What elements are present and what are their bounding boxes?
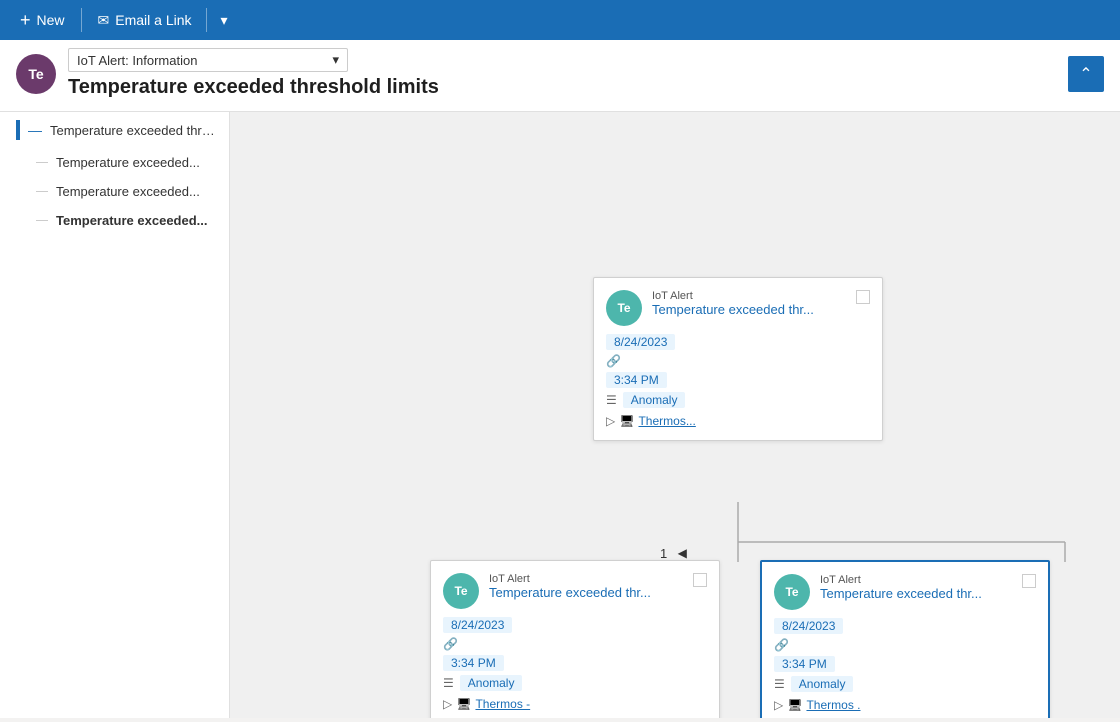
bl-device-icon: 🖥 — [456, 697, 471, 711]
arrow-icon: ▷ — [606, 414, 615, 428]
sidebar-child-label-1: Temperature exceeded... — [56, 184, 200, 199]
sidebar-child-line-1 — [36, 191, 48, 192]
sidebar: — Temperature exceeded thresh... Tempera… — [0, 112, 230, 718]
br-card-category: Anomaly — [791, 676, 854, 692]
collapse-button[interactable]: ⌃ — [1068, 56, 1104, 92]
top-card-type: IoT Alert — [652, 290, 814, 302]
top-card-date: 8/24/2023 — [606, 334, 675, 350]
br-card-date-row: 8/24/2023 — [774, 618, 1036, 634]
sidebar-child-label-2: Temperature exceeded... — [56, 213, 208, 228]
br-card-footer: ▷ 🖥 Thermos . — [774, 698, 1036, 712]
new-label: New — [37, 12, 65, 28]
top-card-info: IoT Alert Temperature exceeded thr... — [652, 290, 814, 317]
header-content: IoT Alert: Information ▾ Temperature exc… — [68, 48, 1056, 99]
header: Te IoT Alert: Information ▾ Temperature … — [0, 40, 1120, 112]
br-card-icon-row: 🔗 — [774, 638, 1036, 652]
chevron-down-icon: ▾ — [221, 12, 228, 29]
page-number: 1 — [660, 546, 667, 561]
top-card-footer: ▷ 🖥 Thermos... — [606, 414, 870, 428]
sidebar-root-item[interactable]: — Temperature exceeded thresh... — [0, 112, 229, 148]
br-card-category-row: ☰ Anomaly — [774, 676, 1036, 692]
sidebar-root-label: Temperature exceeded thresh... — [50, 123, 217, 138]
device-icon: 🖥 — [619, 414, 634, 428]
bl-card-checkbox[interactable] — [693, 573, 707, 587]
dropdown-label: IoT Alert: Information — [77, 53, 197, 68]
category-icon: ☰ — [606, 393, 617, 407]
sidebar-child-item-0[interactable]: Temperature exceeded... — [0, 148, 229, 177]
sidebar-child-item-2[interactable]: Temperature exceeded... — [0, 206, 229, 235]
avatar: Te — [16, 54, 56, 94]
plus-icon: + — [20, 10, 31, 31]
sidebar-child-line — [36, 162, 48, 163]
br-arrow-icon: ▷ — [774, 698, 783, 712]
top-card-date-row: 8/24/2023 — [606, 334, 870, 350]
bl-card-type: IoT Alert — [489, 573, 651, 585]
main-content: — Temperature exceeded thresh... Tempera… — [0, 112, 1120, 718]
bl-card-date-row: 8/24/2023 — [443, 617, 707, 633]
collapse-icon: ⌃ — [1079, 64, 1092, 84]
bl-card-info: IoT Alert Temperature exceeded thr... — [489, 573, 651, 600]
br-card-info: IoT Alert Temperature exceeded thr... — [820, 574, 982, 601]
canvas-area: Te IoT Alert Temperature exceeded thr...… — [230, 112, 1120, 718]
prev-icon: ◀ — [678, 546, 687, 560]
dropdown-arrow-button[interactable]: ▾ — [213, 8, 236, 33]
email-icon: ✉ — [98, 12, 110, 29]
sidebar-child-item-1[interactable]: Temperature exceeded... — [0, 177, 229, 206]
br-card-time: 3:34 PM — [774, 656, 835, 672]
link-icon: 🔗 — [606, 354, 621, 368]
sidebar-child-label-0: Temperature exceeded... — [56, 155, 200, 170]
br-device-icon: 🖥 — [787, 698, 802, 712]
bl-card-avatar: Te — [443, 573, 479, 609]
br-link-icon: 🔗 — [774, 638, 789, 652]
br-card-title[interactable]: Temperature exceeded thr... — [820, 586, 982, 601]
bl-card-icon-row: 🔗 — [443, 637, 707, 651]
top-card-title[interactable]: Temperature exceeded thr... — [652, 302, 814, 317]
page-title: Temperature exceeded threshold limits — [68, 76, 1056, 99]
bl-card-time-row: 3:34 PM — [443, 655, 707, 671]
br-category-icon: ☰ — [774, 677, 785, 691]
bl-card-category: Anomaly — [460, 675, 523, 691]
br-card-time-row: 3:34 PM — [774, 656, 1036, 672]
bl-card-title[interactable]: Temperature exceeded thr... — [489, 585, 651, 600]
top-card-header: Te IoT Alert Temperature exceeded thr... — [606, 290, 814, 326]
top-card-category-row: ☰ Anomaly — [606, 392, 870, 408]
bl-category-icon: ☰ — [443, 676, 454, 690]
sidebar-minus-icon: — — [28, 122, 42, 138]
bl-card-category-row: ☰ Anomaly — [443, 675, 707, 691]
top-card-time: 3:34 PM — [606, 372, 667, 388]
bottom-left-alert-card: Te IoT Alert Temperature exceeded thr...… — [430, 560, 720, 718]
bl-card-date: 8/24/2023 — [443, 617, 512, 633]
new-button[interactable]: + New — [12, 6, 73, 35]
top-card-avatar: Te — [606, 290, 642, 326]
bl-card-time: 3:34 PM — [443, 655, 504, 671]
top-alert-card: Te IoT Alert Temperature exceeded thr...… — [593, 277, 883, 441]
toolbar-divider-2 — [206, 8, 207, 32]
bl-card-footer: ▷ 🖥 Thermos - — [443, 697, 707, 711]
top-card-icon-row: 🔗 — [606, 354, 870, 368]
bottom-right-alert-card: Te IoT Alert Temperature exceeded thr...… — [760, 560, 1050, 718]
sidebar-child-line-2 — [36, 220, 48, 221]
br-card-link[interactable]: Thermos . — [806, 698, 860, 712]
toolbar-divider — [81, 8, 82, 32]
top-card-checkbox[interactable] — [856, 290, 870, 304]
br-card-checkbox[interactable] — [1022, 574, 1036, 588]
br-card-type: IoT Alert — [820, 574, 982, 586]
top-card-time-row: 3:34 PM — [606, 372, 870, 388]
bl-card-header: Te IoT Alert Temperature exceeded thr... — [443, 573, 651, 609]
top-card-category: Anomaly — [623, 392, 686, 408]
toolbar: + New ✉ Email a Link ▾ — [0, 0, 1120, 40]
bl-card-link[interactable]: Thermos - — [475, 697, 530, 711]
email-label: Email a Link — [115, 12, 191, 28]
sidebar-active-indicator — [16, 120, 20, 140]
bl-link-icon: 🔗 — [443, 637, 458, 651]
top-card-link[interactable]: Thermos... — [638, 414, 695, 428]
br-card-header: Te IoT Alert Temperature exceeded thr... — [774, 574, 982, 610]
br-card-date: 8/24/2023 — [774, 618, 843, 634]
view-dropdown[interactable]: IoT Alert: Information ▾ — [68, 48, 348, 72]
br-card-avatar: Te — [774, 574, 810, 610]
bl-arrow-icon: ▷ — [443, 697, 452, 711]
email-link-button[interactable]: ✉ Email a Link — [90, 8, 200, 33]
dropdown-chevron-icon: ▾ — [332, 52, 339, 68]
